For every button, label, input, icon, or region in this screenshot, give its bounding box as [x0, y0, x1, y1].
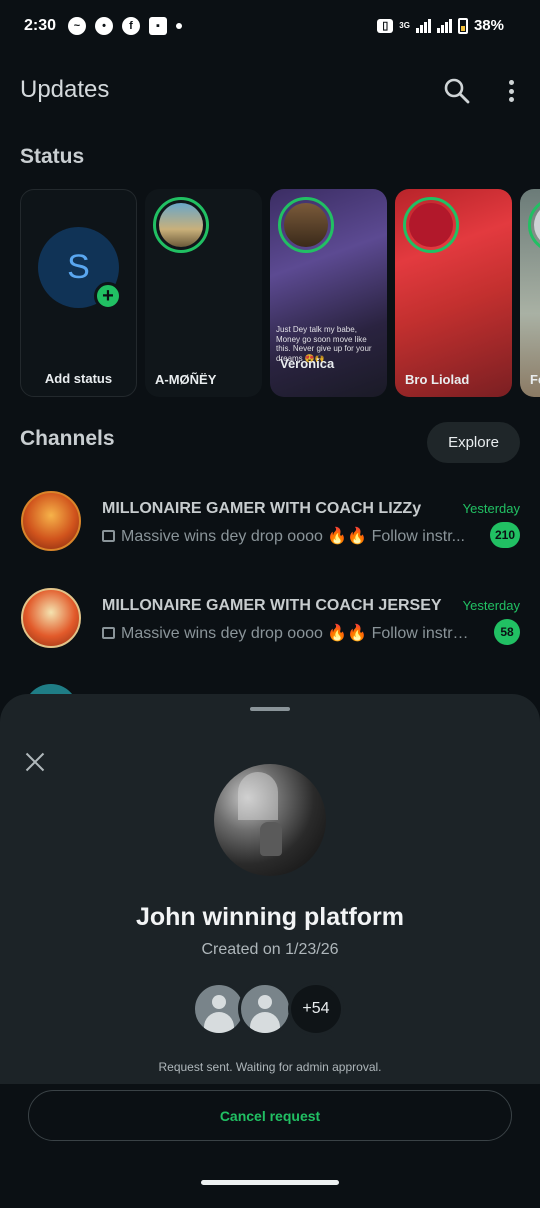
contact-card-icon: ▪	[149, 17, 167, 35]
channels-section-title: Channels	[20, 427, 115, 450]
status-card[interactable]: A-MØÑËY	[145, 189, 262, 397]
facebook-icon: f	[122, 17, 140, 35]
channel-row[interactable]: MILLONAIRE GAMER WITH COACH LIZZy Yester…	[0, 478, 540, 570]
image-icon	[102, 627, 115, 639]
status-section-title: Status	[20, 145, 85, 168]
search-icon[interactable]	[443, 77, 471, 105]
status-bar-time: 2:30	[24, 17, 57, 34]
system-icons: ▯ 3G 38%	[377, 17, 504, 34]
status-name: Veronica	[280, 356, 335, 371]
signal-icon-2	[436, 18, 452, 33]
channel-time: Yesterday	[462, 501, 520, 516]
unread-badge: 58	[494, 619, 520, 645]
image-icon	[102, 530, 115, 542]
signal-icon	[415, 18, 431, 33]
status-avatar-ring	[403, 197, 459, 253]
channel-preview-text: Massive wins dey drop oooo 🔥🔥 Follow ins…	[121, 528, 465, 545]
channel-preview: Massive wins dey drop oooo 🔥🔥 Follow ins…	[102, 623, 472, 643]
channel-avatar	[21, 491, 81, 551]
close-icon[interactable]	[22, 749, 48, 775]
channel-avatar-large	[214, 764, 326, 876]
status-avatar-ring	[528, 197, 540, 253]
status-bar: 2:30 ~ • f ▪ ▯ 3G 38%	[0, 0, 540, 54]
status-card[interactable]: Bro Liolad	[395, 189, 512, 397]
messenger-icon: ~	[68, 17, 86, 35]
channel-row[interactable]: MILLONAIRE GAMER WITH COACH JERSEY Yeste…	[0, 575, 540, 667]
channel-join-sheet: John winning platform Created on 1/23/26…	[0, 694, 540, 1208]
add-status-card[interactable]: S + Add status	[20, 189, 137, 397]
status-avatar-ring	[278, 197, 334, 253]
channel-preview-text: Massive wins dey drop oooo 🔥🔥 Follow ins…	[121, 625, 472, 642]
status-avatar-ring	[153, 197, 209, 253]
chat-bubble-icon: •	[95, 17, 113, 35]
add-status-label: Add status	[44, 371, 113, 386]
request-status-note: Request sent. Waiting for admin approval…	[158, 1060, 382, 1074]
drag-handle[interactable]	[250, 707, 290, 711]
status-card[interactable]: Fe	[520, 189, 540, 397]
channel-created-date: Created on 1/23/26	[201, 941, 339, 958]
notification-icons: ~ • f ▪	[68, 17, 182, 35]
status-card[interactable]: Just Dey talk my babe, Money go soon mov…	[270, 189, 387, 397]
status-carousel[interactable]: S + Add status A-MØÑËY Just Dey talk my …	[20, 189, 540, 397]
more-notifications-dot	[176, 23, 182, 29]
unread-badge: 210	[489, 522, 520, 548]
vibrate-icon: ▯	[377, 18, 394, 33]
member-avatar	[238, 982, 292, 1036]
battery-percent: 38%	[473, 17, 504, 34]
more-vert-icon[interactable]	[500, 78, 522, 104]
add-icon: +	[94, 282, 122, 310]
status-name: Bro Liolad	[405, 372, 470, 387]
status-name: Fe	[530, 372, 540, 387]
channel-name: MILLONAIRE GAMER WITH COACH LIZZy	[102, 500, 422, 517]
status-name: A-MØÑËY	[155, 372, 217, 387]
page-title: Updates	[20, 76, 110, 103]
explore-button[interactable]: Explore	[427, 422, 520, 463]
home-indicator[interactable]	[201, 1180, 339, 1185]
battery-icon	[457, 17, 468, 34]
cancel-request-button[interactable]: Cancel request	[28, 1090, 512, 1141]
channel-time: Yesterday	[462, 598, 520, 613]
channel-avatar	[21, 588, 81, 648]
channel-preview: Massive wins dey drop oooo 🔥🔥 Follow ins…	[102, 526, 472, 546]
member-avatars: +54	[192, 982, 348, 1036]
sheet-footer: Cancel request	[0, 1084, 540, 1208]
channel-name: MILLONAIRE GAMER WITH COACH JERSEY	[102, 597, 442, 614]
channel-title: John winning platform	[135, 903, 405, 931]
member-count: +54	[288, 982, 344, 1036]
network-type: 3G	[399, 21, 410, 30]
